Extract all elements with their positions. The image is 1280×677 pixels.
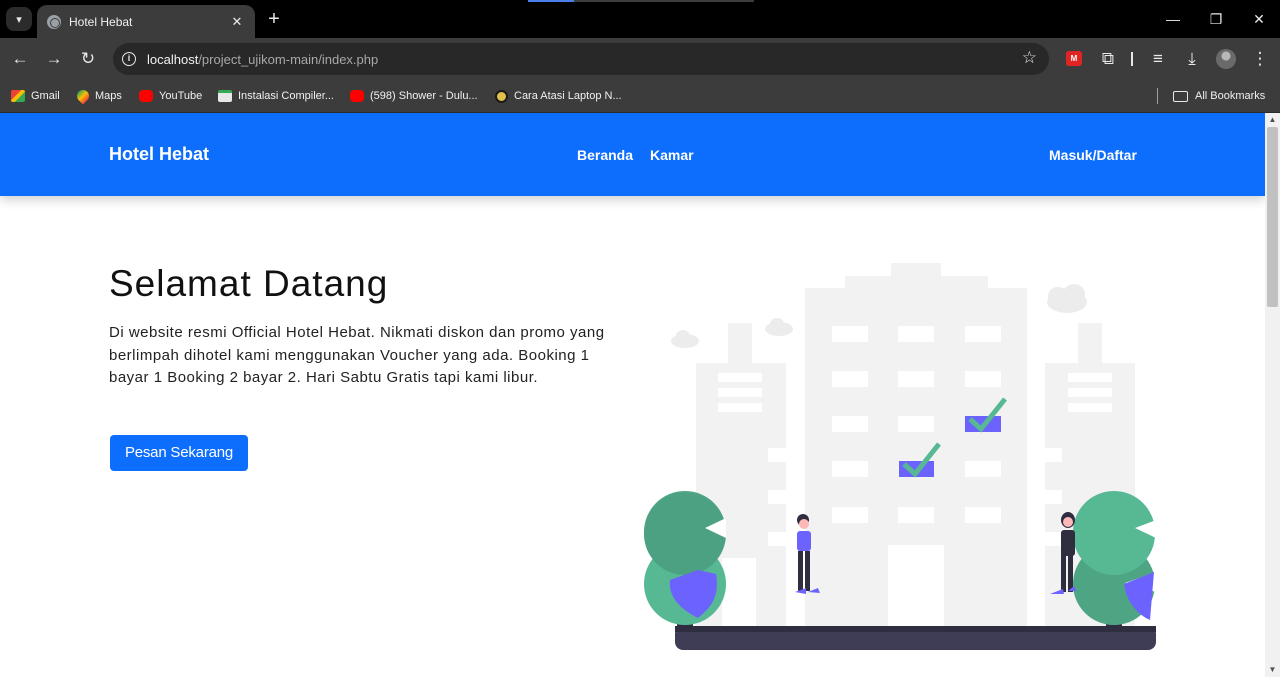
minimize-icon[interactable]: —	[1163, 10, 1183, 28]
media-control-icon[interactable]: ≡	[1146, 47, 1170, 71]
scroll-up-icon[interactable]: ▲	[1265, 113, 1280, 127]
brand-logo-link[interactable]: Hotel Hebat	[109, 144, 209, 165]
browser-tab[interactable]: Hotel Hebat ✕	[37, 5, 255, 38]
extension-icon[interactable]: M	[1066, 51, 1082, 66]
reload-icon[interactable]: ↻	[76, 47, 100, 71]
browser-tab-strip: ▾ Hotel Hebat ✕ + — ❐ ✕	[0, 0, 1280, 38]
tree-icon	[1073, 491, 1156, 628]
bookmark-star-icon[interactable]: ☆	[1022, 48, 1037, 68]
toolbar-divider	[1131, 52, 1133, 66]
forward-arrow-icon[interactable]: →	[42, 47, 66, 71]
scroll-down-icon[interactable]: ▼	[1265, 663, 1280, 677]
url-path: /project_ujikom-main/index.php	[198, 51, 379, 67]
bookmarks-divider	[1157, 88, 1158, 104]
bookmark-cara-atasi-laptop[interactable]: Cara Atasi Laptop N...	[495, 87, 622, 105]
maps-pin-icon	[74, 87, 92, 105]
hero-title: Selamat Datang	[109, 263, 389, 304]
tab-loading-indicator	[528, 0, 754, 2]
restore-icon[interactable]: ❐	[1206, 10, 1226, 28]
youtube-icon	[350, 90, 364, 102]
bookmark-label: Maps	[95, 90, 122, 102]
bookmark-label: Instalasi Compiler...	[238, 90, 334, 102]
book-now-button[interactable]: Pesan Sekarang	[110, 435, 248, 471]
bookmark-youtube[interactable]: YouTube	[139, 87, 202, 105]
bookmark-label: Gmail	[31, 90, 60, 102]
bookmark-label: Cara Atasi Laptop N...	[514, 90, 622, 102]
back-arrow-icon[interactable]: ←	[8, 47, 32, 71]
folder-icon	[1173, 90, 1188, 102]
bookmark-instalasi-compiler[interactable]: Instalasi Compiler...	[218, 87, 334, 105]
hero-description: Di website resmi Official Hotel Hebat. N…	[109, 324, 605, 386]
scroll-thumb[interactable]	[1267, 127, 1278, 307]
bookmark-shower[interactable]: (598) Shower - Dulu...	[350, 87, 478, 105]
all-bookmarks-button[interactable]: All Bookmarks	[1173, 87, 1265, 105]
bookmark-label: (598) Shower - Dulu...	[370, 90, 478, 102]
url-host: localhost	[147, 51, 199, 67]
kebab-menu-icon[interactable]: ⋮	[1248, 47, 1272, 71]
nav-link-kamar[interactable]: Kamar	[650, 147, 694, 163]
site-info-icon[interactable]: i	[122, 52, 136, 66]
youtube-icon	[139, 90, 153, 102]
profile-avatar[interactable]	[1216, 49, 1236, 69]
site-icon	[495, 89, 508, 103]
hotel-illustration	[644, 263, 1156, 650]
site-navbar: Hotel Hebat Beranda Kamar Masuk/Daftar	[0, 113, 1265, 196]
tab-search-button[interactable]: ▾	[6, 7, 32, 31]
download-icon[interactable]: ⤓	[1180, 47, 1204, 71]
globe-icon	[47, 14, 61, 29]
bookmark-label: YouTube	[159, 90, 203, 102]
new-tab-button[interactable]: +	[263, 8, 285, 30]
tab-title: Hotel Hebat	[69, 14, 133, 29]
all-bookmarks-label: All Bookmarks	[1195, 90, 1266, 102]
close-tab-icon[interactable]: ✕	[229, 14, 245, 30]
page-viewport: Hotel Hebat Beranda Kamar Masuk/Daftar S…	[0, 113, 1265, 677]
close-window-icon[interactable]: ✕	[1249, 10, 1269, 28]
bookmark-maps[interactable]: Maps	[74, 87, 122, 105]
bookmark-gmail[interactable]: Gmail	[11, 87, 60, 105]
browser-toolbar: ← → ↻ i localhost/project_ujikom-main/in…	[0, 38, 1280, 80]
page-scrollbar[interactable]: ▲ ▼	[1265, 113, 1280, 677]
extensions-puzzle-icon[interactable]: ⧉	[1096, 47, 1120, 71]
gmail-icon	[11, 90, 25, 102]
bookmarks-bar: Gmail Maps YouTube Instalasi Compiler...…	[0, 80, 1280, 113]
nav-link-beranda[interactable]: Beranda	[577, 147, 633, 163]
login-register-link[interactable]: Masuk/Daftar	[1049, 147, 1137, 163]
document-icon	[218, 90, 232, 102]
address-bar[interactable]: i localhost/project_ujikom-main/index.ph…	[113, 43, 1049, 75]
